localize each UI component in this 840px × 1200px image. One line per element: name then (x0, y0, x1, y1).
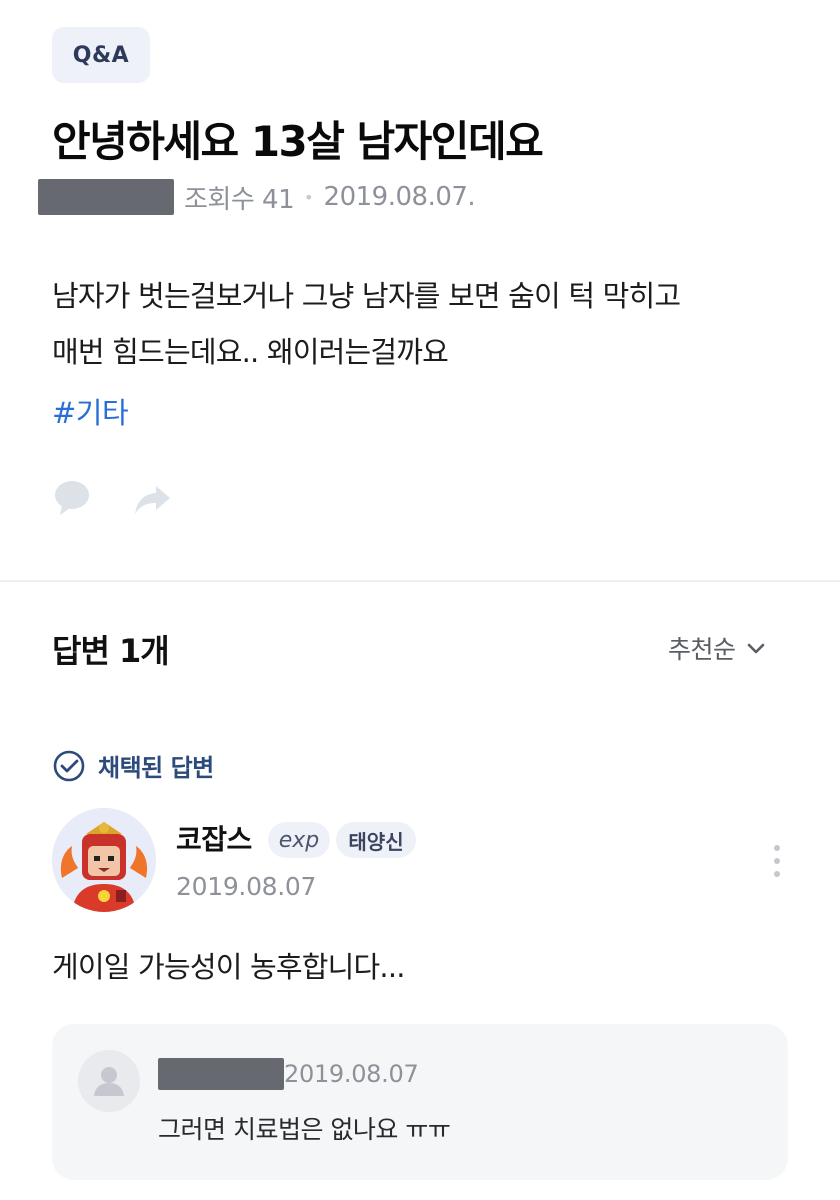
post-title: 안녕하세요 13살 남자인데요 (52, 117, 544, 166)
meta-separator: • (304, 187, 314, 207)
check-circle-icon (53, 750, 85, 781)
post-meta: 조회수 41 • 2019.08.07. (38, 176, 476, 218)
tag-link[interactable]: #기타 (52, 390, 129, 432)
redacted-author (38, 179, 174, 215)
exp-badge: exp (268, 822, 330, 858)
reply-meta: 2019.08.07 (158, 1058, 419, 1090)
more-vertical-icon[interactable] (768, 842, 786, 882)
character-avatar-icon (52, 808, 156, 912)
view-count: 조회수 41 (184, 184, 295, 215)
answer-date: 2019.08.07 (176, 872, 317, 901)
comment-bubble-icon[interactable] (52, 478, 92, 518)
accepted-answer-label: 채택된 답변 (52, 748, 214, 783)
level-badge: 태양신 (336, 822, 416, 858)
sort-label: 추천순 (668, 635, 736, 664)
answerer-avatar[interactable] (52, 808, 156, 912)
sort-dropdown[interactable]: 추천순 (668, 630, 766, 666)
reply-comment: 2019.08.07 그러면 치료법은 없나요 ㅠㅠ (52, 1024, 788, 1180)
post-body-line: 남자가 벗는걸보거나 그냥 남자를 보면 숨이 턱 막히고 (52, 279, 681, 313)
post-body-line: 매번 힘드는데요.. 왜이러는걸까요 (52, 335, 449, 369)
reply-date: 2019.08.07 (284, 1060, 419, 1088)
share-arrow-icon[interactable] (132, 480, 172, 520)
post-date: 2019.08.07. (323, 182, 476, 212)
answers-count-title: 답변 1개 (52, 632, 170, 670)
reply-text: 그러면 치료법은 없나요 ㅠㅠ (158, 1115, 451, 1144)
answerer-name[interactable]: 코잡스 (176, 818, 252, 858)
redacted-replier (158, 1058, 284, 1090)
post-body: 남자가 벗는걸보거나 그냥 남자를 보면 숨이 턱 막히고 매번 힘드는데요..… (52, 268, 792, 380)
chevron-down-icon (747, 643, 764, 654)
section-divider (0, 580, 840, 582)
default-user-icon (78, 1050, 140, 1112)
answer-text: 게이일 가능성이 농후합니다... (52, 950, 405, 984)
qa-category-badge[interactable]: Q&A (52, 27, 150, 83)
accepted-text: 채택된 답변 (98, 754, 214, 782)
